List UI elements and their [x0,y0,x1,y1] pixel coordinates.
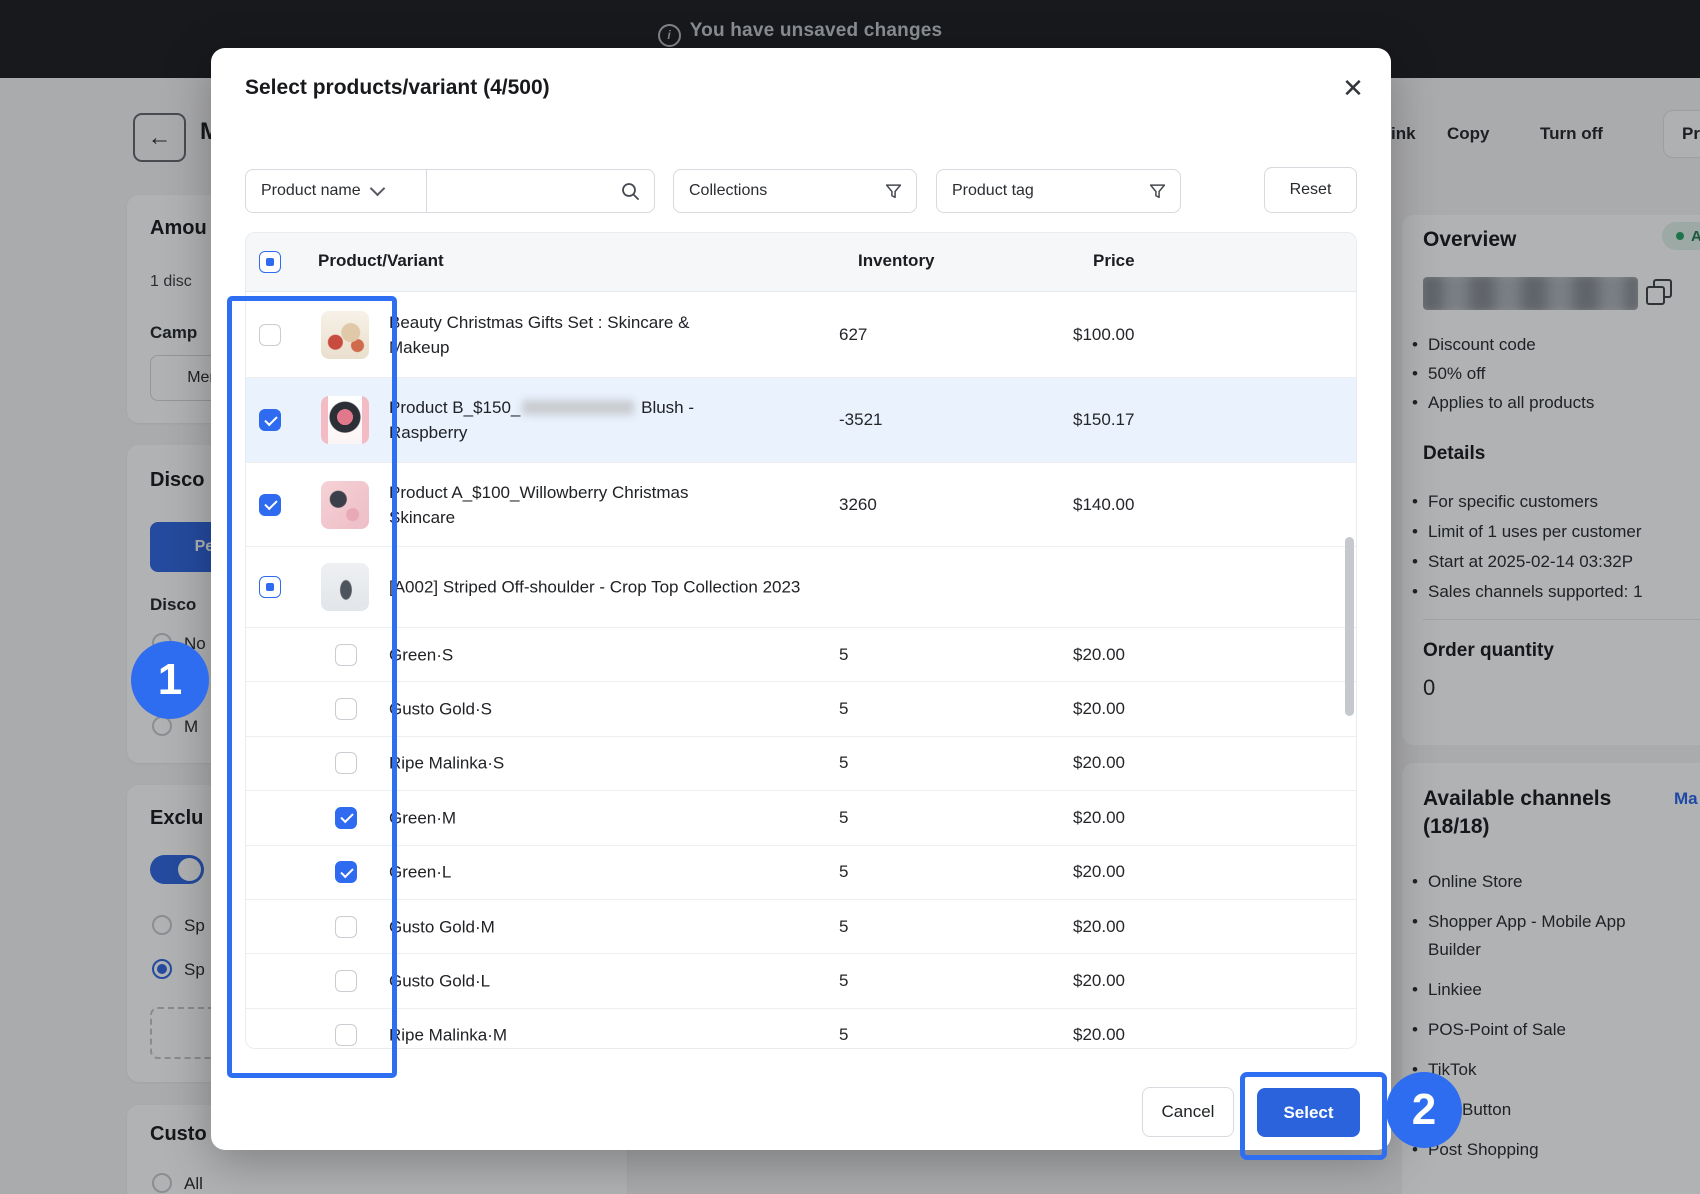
product-row[interactable]: [A002] Striped Off-shoulder - Crop Top C… [246,546,1356,627]
product-name: Product B_$150_ Blush - Raspberry [389,395,734,445]
inventory-value: 5 [839,917,848,937]
filter-funnel-icon [885,183,902,200]
variant-name: Gusto Gold·M [389,914,734,939]
screen: iYou have unsaved changes ← M ink Copy T… [0,0,1700,1194]
variant-name: Ripe Malinka·M [389,1023,734,1048]
close-icon: ✕ [1342,73,1364,104]
inventory-value: 627 [839,325,867,345]
search-filter-group: Product name [245,169,655,213]
price-value: $20.00 [1073,699,1125,719]
collections-filter-label: Collections [689,182,767,200]
variant-name: Ripe Malinka·S [389,751,734,776]
variant-row[interactable]: Gusto Gold·S 5 $20.00 [246,681,1356,735]
redacted-text [522,400,634,415]
variant-name: Gusto Gold·L [389,969,734,994]
inventory-value: 5 [839,699,848,719]
inventory-value: 5 [839,971,848,991]
product-name: [A002] Striped Off-shoulder - Crop Top C… [389,575,989,600]
cancel-button[interactable]: Cancel [1142,1087,1234,1137]
filter-funnel-icon [1149,183,1166,200]
price-value: $20.00 [1073,1025,1125,1045]
product-row[interactable]: Beauty Christmas Gifts Set : Skincare & … [246,292,1356,377]
product-search-input[interactable] [438,174,617,210]
inventory-value: 3260 [839,495,877,515]
search-field-label: Product name [261,182,361,200]
products-table: Product/Variant Inventory Price Beauty C… [245,232,1357,1049]
variant-name: Green·L [389,860,734,885]
product-row[interactable]: Product A_$100_Willowberry Christmas Ski… [246,462,1356,546]
price-value: $150.17 [1073,410,1134,430]
product-row[interactable]: Product B_$150_ Blush - Raspberry -3521 $1… [246,377,1356,462]
variant-name: Green·M [389,805,734,830]
annotation-box-checkbox-column [227,296,397,1078]
product-name: Beauty Christmas Gifts Set : Skincare & … [389,310,734,360]
product-tag-filter[interactable]: Product tag [936,169,1181,213]
price-value: $100.00 [1073,325,1134,345]
table-header: Product/Variant Inventory Price [246,233,1356,292]
variant-row[interactable]: Green·M 5 $20.00 [246,790,1356,844]
price-value: $20.00 [1073,645,1125,665]
close-button[interactable]: ✕ [1331,66,1375,110]
select-all-checkbox[interactable] [259,251,281,273]
column-header-product: Product/Variant [318,251,444,271]
annotation-step-1-badge: 1 [131,641,209,719]
inventory-value: 5 [839,808,848,828]
search-icon [621,182,640,201]
annotation-step-2-badge: 2 [1386,1072,1462,1148]
variant-name: Gusto Gold·S [389,697,734,722]
variant-row[interactable]: Gusto Gold·M 5 $20.00 [246,899,1356,953]
column-header-inventory: Inventory [858,251,935,271]
search-field-selector[interactable]: Product name [246,182,383,200]
variant-row[interactable]: Ripe Malinka·M 5 $20.00 [246,1008,1356,1049]
product-tag-filter-label: Product tag [952,182,1034,200]
variant-name: Green·S [389,642,734,667]
price-value: $20.00 [1073,862,1125,882]
inventory-value: 5 [839,1025,848,1045]
product-name: Product A_$100_Willowberry Christmas Ski… [389,480,734,530]
inventory-value: -3521 [839,410,882,430]
variant-row[interactable]: Green·L 5 $20.00 [246,845,1356,899]
modal-title: Select products/variant (4/500) [245,76,550,100]
inventory-value: 5 [839,753,848,773]
inventory-value: 5 [839,645,848,665]
price-value: $20.00 [1073,808,1125,828]
reset-button[interactable]: Reset [1264,167,1357,213]
variant-row[interactable]: Green·S 5 $20.00 [246,627,1356,681]
variant-row[interactable]: Gusto Gold·L 5 $20.00 [246,953,1356,1007]
table-scrollbar-thumb[interactable] [1345,537,1354,716]
annotation-box-select-button [1240,1072,1387,1160]
price-value: $20.00 [1073,753,1125,773]
price-value: $140.00 [1073,495,1134,515]
collections-filter[interactable]: Collections [673,169,917,213]
inventory-value: 5 [839,862,848,882]
variant-row[interactable]: Ripe Malinka·S 5 $20.00 [246,736,1356,790]
price-value: $20.00 [1073,917,1125,937]
chevron-down-icon [369,181,385,197]
column-header-price: Price [1093,251,1135,271]
divider [426,170,427,212]
price-value: $20.00 [1073,971,1125,991]
table-body: Beauty Christmas Gifts Set : Skincare & … [246,292,1356,1049]
